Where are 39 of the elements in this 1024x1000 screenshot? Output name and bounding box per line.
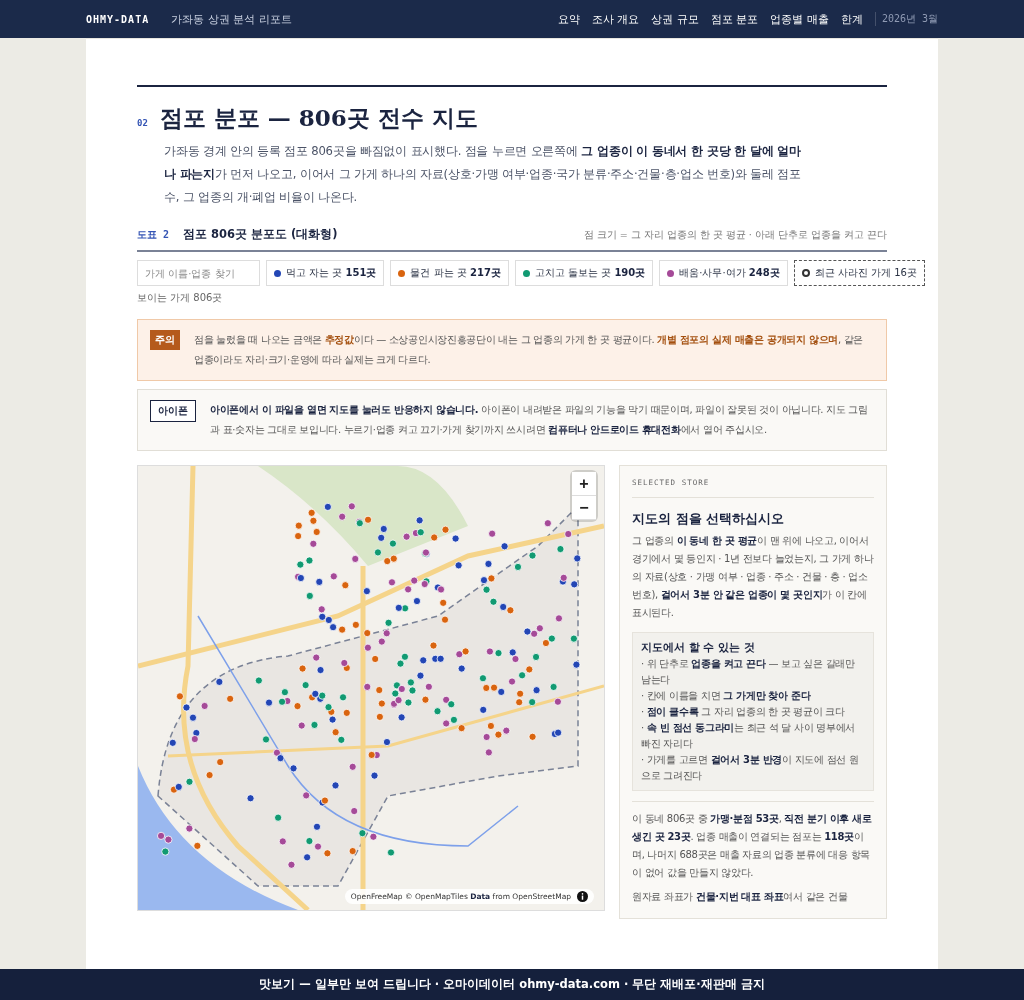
nav-link[interactable]: 업종별 매출 xyxy=(770,11,829,27)
notice-tag: 아이폰 xyxy=(150,400,196,422)
brand-logo[interactable]: OHMY-DATA xyxy=(86,13,150,25)
howto-item: · 가게를 고르면 걸어서 3분 반경이 지도에 점선 원으로 그려진다 xyxy=(641,753,860,783)
info-icon[interactable] xyxy=(577,891,588,902)
nav-link[interactable]: 한계 xyxy=(840,11,863,27)
search-field[interactable]: 가게 이름·업종 찾기 xyxy=(137,260,260,286)
panel-body: 그 업종의 이 동네 한 곳 평균이 맨 위에 나오고, 이어서 경기에서 몇 등인지 · 1년 전보다 늘었는지, 그 가게 하나의 자료(상호 · 가맹 여부 · 업종 · 주소 · 건물 · 층 · 업소번호), 걸어서 3분 안 같은 업종이 몇 곳인지가 이 칸에 표시된다. xyxy=(632,534,874,620)
category-filter-button[interactable]: 먹고 자는 곳 151곳 xyxy=(266,260,385,286)
report-date: 2026년 3월 xyxy=(874,12,938,26)
preview-banner: 맛보기 — 일부만 보여 드립니다 · 오마이데이터 ohmy-data.com · 무단 재배포·재판매 금지 xyxy=(0,969,1024,1000)
stats-paragraph: 원자료 좌표가 건물·지번 대표 좌표여서 같은 건물 xyxy=(632,890,849,904)
category-filter-button[interactable]: 물건 파는 곳 217곳 xyxy=(390,260,509,286)
figure-label: 도표 2 xyxy=(137,228,170,242)
howto-title: 지도에서 할 수 있는 것 xyxy=(641,640,756,655)
section-number: 02 xyxy=(137,118,148,128)
stats-paragraph: 이 동네 806곳 중 가맹·분점 53곳, 직전 분기 이후 새로 생긴 곳 23곳. 업종 매출이 연결되는 점포는 118곳이며, 나머지 688곳은 매출 자료의 업종 분류에 대응 항목이 없어 값을 만들지 않았다. xyxy=(632,812,873,880)
report-subtitle: 가좌동 상권 분석 리포트 xyxy=(171,11,292,27)
nav-link[interactable]: 상권 규모 xyxy=(651,11,699,27)
howto-item: · 속 빈 점선 동그라미는 최근 석 달 사이 명부에서 빠진 자리다 xyxy=(641,721,856,751)
notice-tag: 주의 xyxy=(150,330,180,350)
section-intro: 가좌동 경계 안의 등록 점포 806곳을 빠짐없이 표시했다. 점을 누르면 오른쪽에 그 업종이 이 동네서 한 곳당 한 달에 얼마나 파는지가 먼저 나오고, 이어서 그 가게 하나의 자료(상호·가맹 여부·업종·국가 분류·주소·건물·층·업소 번호)와 둘레 점포 수, 그 업종의 개·폐업 비율이 나온다. xyxy=(164,143,802,206)
notice-text: 점을 눌렀을 때 나오는 금액은 추정값이다 — 소상공인시장진흥공단이 내는 그 업종의 가게 한 곳 평균이다. 개별 점포의 실제 매출은 공개되지 않으며, 같은 업종이라도 자리·크기·운영에 따라 실제는 크게 다르다. xyxy=(194,333,865,367)
category-filter-button[interactable]: 배움·사무·여가 248곳 xyxy=(659,260,788,286)
category-filter-button[interactable]: 고치고 돌보는 곳 190곳 xyxy=(514,260,654,286)
figure-note: 점 크기 = 그 자리 업종의 한 곳 평균 · 아래 단추로 업종을 켜고 끈다 xyxy=(583,229,887,242)
howto-item: · 위 단추로 업종을 켜고 끈다 — 보고 싶은 갈래만 남는다 xyxy=(641,657,856,687)
visible-count: 보이는 가게 806곳 xyxy=(137,291,224,305)
nav-link[interactable]: 조사 개요 xyxy=(591,11,640,27)
zoom-in-button[interactable]: + xyxy=(572,472,596,496)
figure-title: 점포 806곳 분포도 (대화형) xyxy=(183,227,338,242)
nav-link[interactable]: 요약 xyxy=(557,11,580,27)
howto-item: · 칸에 이름을 치면 그 가게만 찾아 준다 xyxy=(641,689,812,703)
panel-heading: 지도의 점을 선택하십시오 xyxy=(632,510,786,528)
howto-item: · 점이 클수록 그 자리 업종의 한 곳 평균이 크다 xyxy=(641,705,846,719)
category-filter-button[interactable]: 최근 사라진 가게 16곳 xyxy=(793,260,925,286)
nav-link[interactable]: 점포 분포 xyxy=(710,11,759,27)
section-title: 점포 분포 — 806곳 전수 지도 xyxy=(159,103,478,133)
notice-text: 아이폰에서 이 파일을 열면 지도를 눌러도 반응하지 않습니다. 아이폰이 내려받은 파일의 기능을 막기 때문이며, 파일이 잘못된 것이 아닙니다. 지도 그림과 표·숫자는 그대로 보입니다. 누르기·업종 켜고 끄기·가게 찾기까지 쓰시려면 컴퓨터나 안드로이드 휴대전화에서 열어 주십시오. xyxy=(210,403,869,437)
